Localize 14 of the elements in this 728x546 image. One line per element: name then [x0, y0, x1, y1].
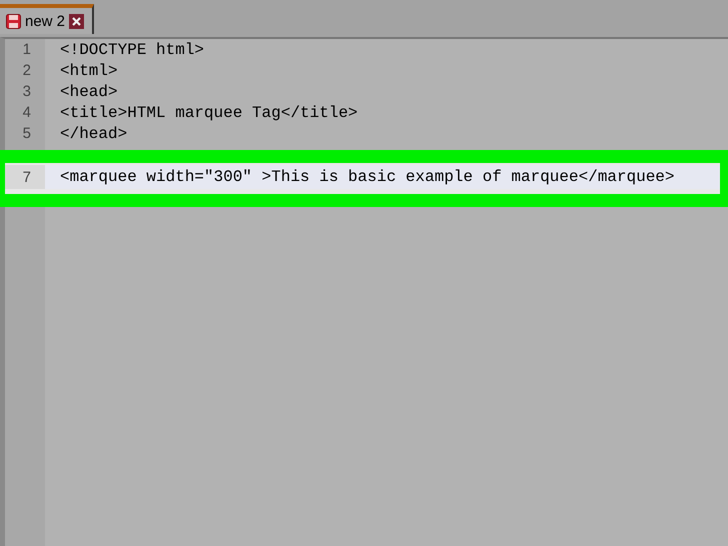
line-number: 5: [22, 124, 32, 144]
code-line: <html>: [59, 62, 118, 80]
line-number: 4: [22, 103, 32, 123]
file-tab[interactable]: new 2: [0, 4, 94, 34]
line-number: 3: [22, 82, 32, 102]
code-line: <!DOCTYPE html>: [59, 40, 204, 58]
code-line: <marquee width="300" >This is basic example of marquee</marquee>: [59, 168, 674, 186]
line-number: 2: [22, 61, 32, 81]
code-line: </head>: [59, 124, 128, 142]
line-number: 1: [22, 40, 32, 60]
code-line: <head>: [59, 82, 118, 100]
line-number: 7: [5, 165, 45, 189]
close-icon[interactable]: [69, 14, 84, 28]
code-line: <title>HTML marquee Tag</title>: [59, 104, 358, 122]
